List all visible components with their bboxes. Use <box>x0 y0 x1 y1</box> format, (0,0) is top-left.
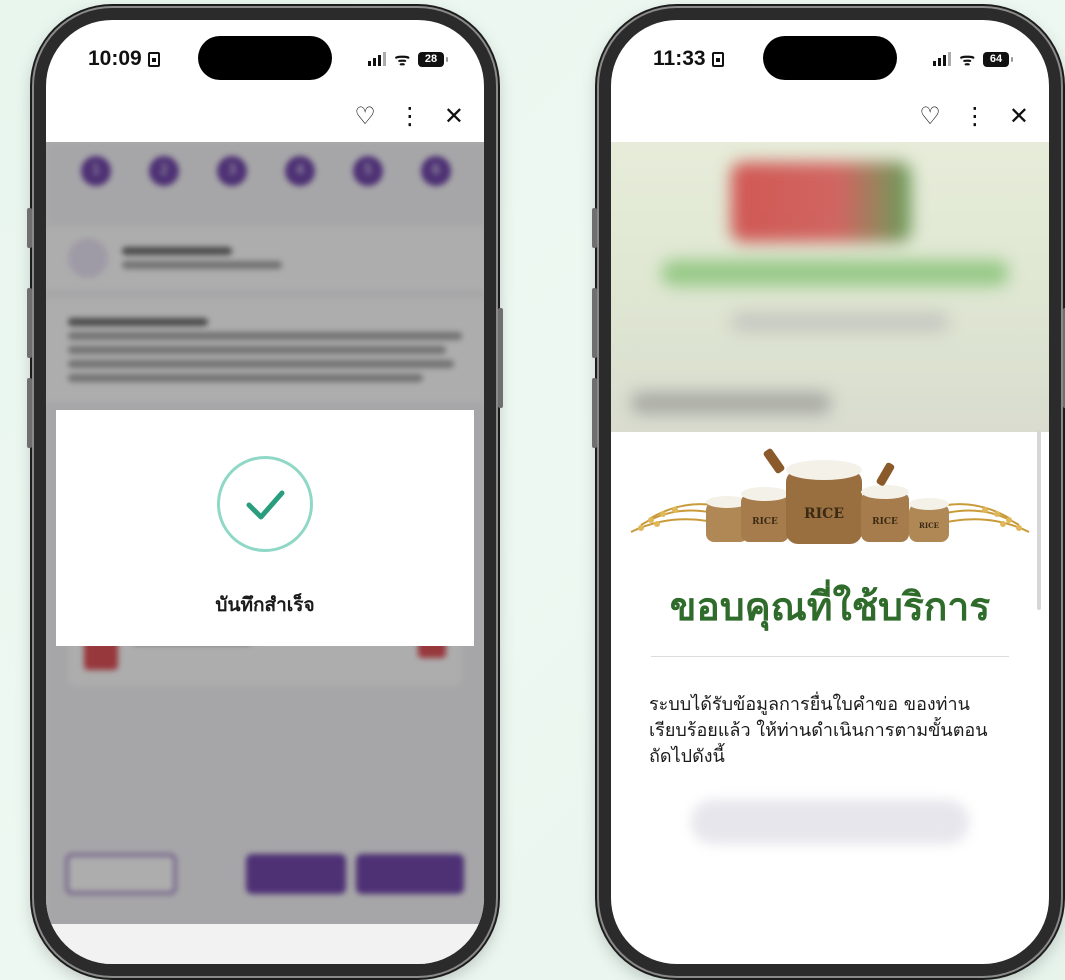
power-button <box>498 308 503 408</box>
message-line: ถัดไปดังนี้ <box>649 746 725 767</box>
right-phone-frame: 11:33 ᯤ 64 ♡ ⋮ ✕ RICE RICE RICE RICE ขอบ… <box>592 8 1065 976</box>
status-icons: ᯤ 64 <box>933 49 1013 69</box>
signal-icon <box>933 52 952 66</box>
success-check-icon <box>217 456 313 552</box>
blurred-hero-banner <box>611 142 1049 432</box>
sim-icon <box>711 51 724 67</box>
status-time: 10:09 <box>88 47 160 71</box>
success-message: บันทึกสำเร็จ <box>215 594 315 616</box>
volume-up-button <box>592 288 597 358</box>
left-phone-frame: 10:09 ᯤ 28 ♡ ⋮ ✕ 1 2 3 4 5 6 บันทึกสำเร็… <box>27 8 503 976</box>
success-modal: บันทึกสำเร็จ <box>56 410 474 646</box>
volume-down-button <box>592 378 597 448</box>
confirmation-message: ระบบได้รับข้อมูลการยื่นใบคำขอ ของท่าน เร… <box>649 692 1015 770</box>
rice-label: RICE <box>804 506 844 522</box>
dynamic-island <box>198 36 332 80</box>
bottom-safe-area <box>46 924 484 964</box>
dynamic-island <box>763 36 897 80</box>
status-icons: ᯤ 28 <box>368 49 448 69</box>
wifi-icon: ᯤ <box>394 49 410 69</box>
more-options-icon[interactable]: ⋮ <box>398 102 422 130</box>
battery-icon: 64 <box>983 51 1013 67</box>
logo-blurred <box>731 162 911 242</box>
browser-toolbar: ♡ ⋮ ✕ <box>611 90 1049 142</box>
scrollbar[interactable] <box>1037 430 1041 610</box>
close-icon[interactable]: ✕ <box>444 102 464 130</box>
battery-icon: 28 <box>418 51 448 67</box>
right-screen: 11:33 ᯤ 64 ♡ ⋮ ✕ RICE RICE RICE RICE ขอบ… <box>611 20 1049 964</box>
wifi-icon: ᯤ <box>959 49 975 69</box>
action-button <box>592 208 597 248</box>
favorite-icon[interactable]: ♡ <box>919 102 941 130</box>
rice-sacks-illustration: RICE RICE RICE RICE <box>630 448 1030 544</box>
time-text: 10:09 <box>88 47 142 70</box>
thank-you-heading: ขอบคุณที่ใช้บริการ <box>669 584 991 630</box>
sim-icon <box>147 51 160 67</box>
message-line: ระบบได้รับข้อมูลการยื่นใบคำขอ ของท่าน <box>649 694 970 715</box>
more-options-icon[interactable]: ⋮ <box>963 102 987 130</box>
status-time: 11:33 <box>653 47 724 71</box>
rice-label: RICE <box>752 517 778 527</box>
left-screen: 10:09 ᯤ 28 ♡ ⋮ ✕ 1 2 3 4 5 6 บันทึกสำเร็… <box>46 20 484 964</box>
close-icon[interactable]: ✕ <box>1009 102 1029 130</box>
favorite-icon[interactable]: ♡ <box>354 102 376 130</box>
volume-down-button <box>27 378 32 448</box>
blurred-next-steps <box>691 800 969 844</box>
checkmark-icon <box>246 490 285 520</box>
action-button <box>27 208 32 248</box>
browser-toolbar: ♡ ⋮ ✕ <box>46 90 484 142</box>
divider <box>651 656 1009 657</box>
rice-label: RICE <box>919 521 939 530</box>
rice-label: RICE <box>872 517 898 527</box>
time-text: 11:33 <box>653 47 706 70</box>
signal-icon <box>368 52 387 66</box>
volume-up-button <box>27 288 32 358</box>
message-line: เรียบร้อยแล้ว ให้ท่านดำเนินการตามขั้นตอน <box>649 720 988 741</box>
